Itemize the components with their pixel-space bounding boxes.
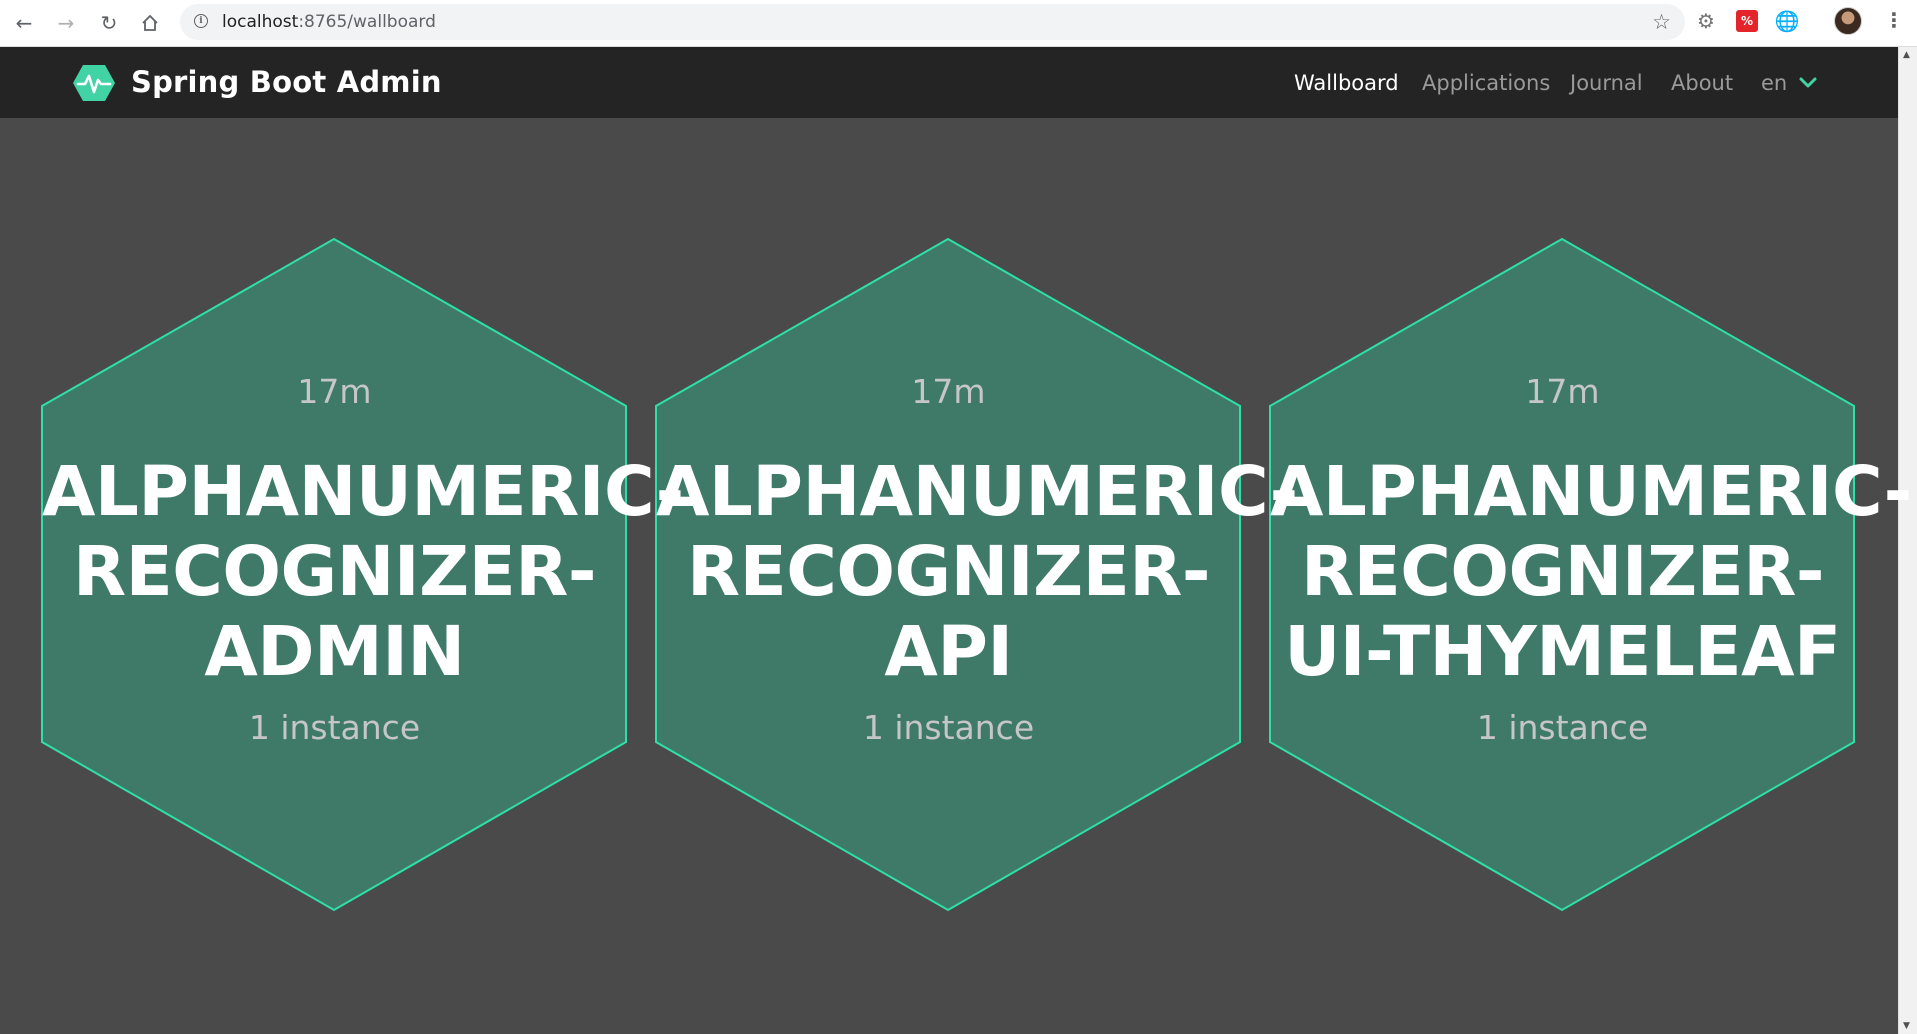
app-navbar: Spring Boot Admin Wallboard Applications…	[0, 47, 1898, 118]
chevron-down-icon[interactable]	[1799, 77, 1817, 89]
page-scrollbar[interactable]: ▲ ▼	[1898, 47, 1917, 1034]
app-name-line[interactable]: ALPHANUMERIC-	[1270, 452, 1912, 532]
app-uptime: 17m	[297, 372, 372, 411]
profile-avatar[interactable]	[1834, 7, 1862, 35]
reload-icon[interactable]: ↻	[95, 9, 123, 37]
url-host: localhost	[222, 12, 299, 32]
nav-journal[interactable]: Journal	[1570, 71, 1643, 95]
globe-extension-icon[interactable]: 🌐	[1775, 9, 1800, 33]
app-instance-count: 1 instance	[862, 708, 1035, 747]
gear-extension-icon[interactable]: ⚙	[1695, 9, 1717, 33]
url-path: :8765/wallboard	[298, 12, 436, 32]
wallboard: 17m ALPHANUMERIC- RECOGNIZER- ADMIN 1 in…	[0, 118, 1912, 1034]
nav-wallboard[interactable]: Wallboard	[1294, 71, 1399, 95]
red-extension-icon[interactable]: %	[1736, 10, 1758, 32]
home-icon[interactable]	[136, 9, 164, 37]
app-name-line[interactable]: API	[656, 612, 1241, 692]
app-name-line[interactable]: RECOGNIZER-	[656, 532, 1241, 612]
app-uptime: 17m	[1525, 372, 1600, 411]
brand-logo-icon[interactable]	[73, 64, 115, 102]
app-instance-count: 1 instance	[1476, 708, 1649, 747]
browser-menu-icon[interactable]: ⋮	[1884, 10, 1904, 34]
browser-toolbar: ← → ↻ i localhost:8765/wallboard ☆ ⚙ % 🌐…	[0, 0, 1917, 47]
language-select[interactable]: en	[1761, 71, 1787, 95]
app-name-line[interactable]: UI-THYMELEAF	[1270, 612, 1855, 692]
bookmark-star-icon[interactable]: ☆	[1652, 10, 1671, 34]
app-uptime: 17m	[911, 372, 986, 411]
app-name-line[interactable]: ALPHANUMERIC-	[42, 452, 684, 532]
app-name-line[interactable]: RECOGNIZER-	[1270, 532, 1855, 612]
app-name-line[interactable]: ADMIN	[42, 612, 627, 692]
back-icon[interactable]: ←	[10, 9, 38, 37]
url-text[interactable]: localhost:8765/wallboard	[222, 12, 436, 32]
nav-about[interactable]: About	[1671, 71, 1733, 95]
app-name-line[interactable]: RECOGNIZER-	[42, 532, 627, 612]
brand-title[interactable]: Spring Boot Admin	[131, 65, 442, 99]
forward-icon[interactable]: →	[52, 9, 80, 37]
address-bar[interactable]: i localhost:8765/wallboard ☆	[180, 4, 1685, 40]
scroll-down-icon[interactable]: ▼	[1903, 1021, 1910, 1031]
site-info-icon[interactable]: i	[194, 14, 208, 28]
scroll-up-icon[interactable]: ▲	[1903, 50, 1910, 60]
nav-applications[interactable]: Applications	[1422, 71, 1550, 95]
app-instance-count: 1 instance	[248, 708, 421, 747]
app-name-line[interactable]: ALPHANUMERIC-	[656, 452, 1298, 532]
